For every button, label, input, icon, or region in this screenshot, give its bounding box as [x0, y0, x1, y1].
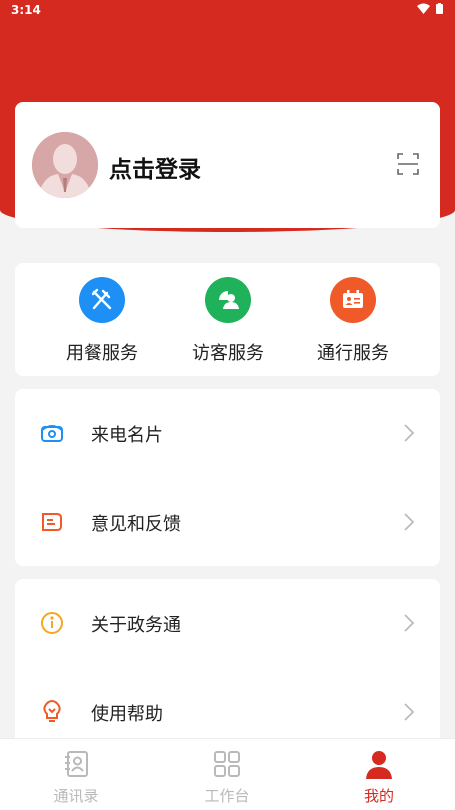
- tab-mine[interactable]: 我的: [329, 749, 429, 806]
- visitor-icon: [205, 277, 251, 323]
- tab-label: 我的: [363, 787, 394, 805]
- service-label: 用餐服务: [66, 343, 138, 364]
- bottom-tab-bar: 通讯录 工作台 我的: [0, 738, 455, 810]
- chevron-right-icon: [404, 614, 415, 632]
- menu-item-label: 使用帮助: [91, 704, 163, 725]
- avatar[interactable]: [32, 132, 98, 198]
- service-label: 通行服务: [317, 343, 389, 364]
- info-icon: [41, 612, 63, 634]
- scan-icon[interactable]: [396, 152, 420, 176]
- status-icons: [417, 3, 443, 14]
- tab-label: 通讯录: [53, 787, 99, 805]
- chevron-right-icon: [404, 513, 415, 531]
- menu-item-about[interactable]: 关于政务通: [15, 579, 440, 667]
- tab-label: 工作台: [204, 787, 250, 805]
- user-icon: [366, 751, 392, 779]
- default-avatar-icon: [32, 132, 98, 198]
- menu-item-feedback[interactable]: 意见和反馈: [15, 478, 440, 566]
- profile-card[interactable]: 点击登录: [15, 102, 440, 228]
- pass-icon: [330, 277, 376, 323]
- wifi-icon: [417, 3, 430, 14]
- service-visitor[interactable]: 访客服务: [168, 277, 288, 365]
- phone-card-icon: [41, 425, 63, 442]
- feedback-icon: [42, 513, 62, 531]
- dining-icon: [79, 277, 125, 323]
- tab-workbench[interactable]: 工作台: [177, 749, 277, 806]
- services-card: 用餐服务 访客服务 通行服务: [15, 263, 440, 376]
- menu-item-call-card[interactable]: 来电名片: [15, 389, 440, 477]
- menu-group-2: 关于政务通 使用帮助: [15, 579, 440, 759]
- menu-item-label: 意见和反馈: [91, 514, 181, 535]
- workbench-icon: [214, 751, 240, 777]
- tab-contacts[interactable]: 通讯录: [26, 749, 126, 806]
- status-time: 3:14: [11, 3, 41, 17]
- chevron-right-icon: [404, 424, 415, 442]
- menu-item-label: 来电名片: [91, 425, 163, 446]
- menu-group-1: 来电名片 意见和反馈: [15, 389, 440, 566]
- service-label: 访客服务: [192, 343, 264, 364]
- menu-item-label: 关于政务通: [91, 615, 181, 636]
- battery-icon: [436, 3, 443, 14]
- lightbulb-icon: [43, 699, 61, 722]
- status-bar: 3:14: [0, 0, 455, 20]
- service-pass[interactable]: 通行服务: [293, 277, 413, 365]
- contacts-icon: [65, 751, 88, 777]
- service-dining[interactable]: 用餐服务: [42, 277, 162, 365]
- login-prompt[interactable]: 点击登录: [109, 150, 201, 184]
- chevron-right-icon: [404, 703, 415, 721]
